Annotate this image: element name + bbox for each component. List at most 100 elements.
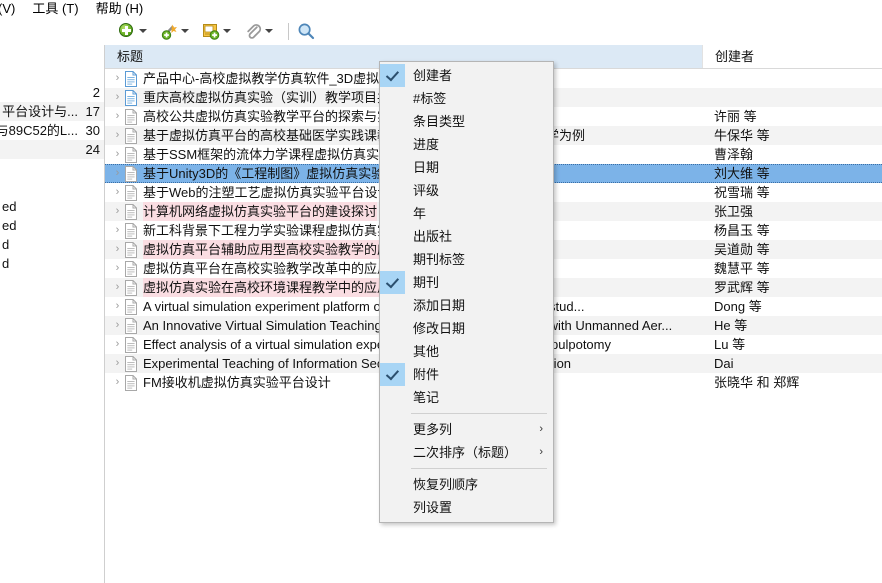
left-panel-row-text: 与89C52的L... [0,123,78,138]
cell-creator[interactable] [702,88,882,107]
left-panel-row[interactable]: d [0,235,104,254]
expand-twisty-icon[interactable]: › [111,354,124,373]
cell-creator[interactable]: 刘大维 等 [702,165,882,182]
expand-twisty-icon[interactable]: › [111,107,124,126]
menu-item-附件[interactable]: 附件 [380,363,553,386]
menu-item-创建者[interactable]: 创建者 [380,64,553,87]
menu-item-label: 笔记 [413,390,440,405]
cell-creator[interactable]: 张卫强 [702,202,882,221]
advanced-search-button[interactable] [297,22,315,40]
menu-item-日期[interactable]: 日期 [380,156,553,179]
menu-item-恢复列顺序[interactable]: 恢复列顺序 [380,473,553,496]
cell-creator[interactable]: 杨昌玉 等 [702,221,882,240]
cell-creator[interactable]: 罗武辉 等 [702,278,882,297]
expand-twisty-icon[interactable]: › [111,145,124,164]
cell-creator[interactable]: 吴道勋 等 [702,240,882,259]
toolbar [0,17,882,46]
new-note-button[interactable] [202,22,240,40]
expand-twisty-icon[interactable]: › [111,297,124,316]
left-panel-row[interactable] [0,178,104,197]
expand-twisty-icon[interactable]: › [111,240,124,259]
menu-item-#标签[interactable]: #标签 [380,87,553,110]
left-panel-row[interactable]: 与89C52的L... 30 [0,121,104,140]
new-item-button[interactable] [118,22,156,40]
expand-twisty-icon[interactable]: › [111,335,124,354]
expand-twisty-icon[interactable]: › [111,88,124,107]
menu-item-label: 出版社 [413,229,453,244]
new-note-icon [202,22,220,40]
expand-twisty-icon[interactable]: › [111,126,124,145]
cell-creator[interactable]: 魏慧平 等 [702,259,882,278]
new-item-dropdown-caret[interactable] [139,29,147,33]
add-by-identifier-caret[interactable] [181,29,189,33]
chevron-right-icon: › [539,423,543,435]
cell-creator[interactable]: Lu 等 [702,335,882,354]
expand-twisty-icon[interactable]: › [111,202,124,221]
menu-item-添加日期[interactable]: 添加日期 [380,294,553,317]
cell-creator[interactable]: Dai [702,354,882,373]
item-creator: 罗武辉 等 [714,280,770,295]
left-panel-row-count: 30 [85,123,100,138]
expand-twisty-icon[interactable]: › [111,221,124,240]
left-panel-row[interactable] [0,64,104,83]
cell-creator[interactable]: He 等 [702,316,882,335]
menu-item-笔记[interactable]: 笔记 [380,386,553,409]
menu-item-期刊[interactable]: 期刊 [380,271,553,294]
cell-creator[interactable]: 祝雪瑞 等 [702,183,882,202]
add-by-identifier-button[interactable] [160,22,198,40]
left-panel-row-fragment: ed [2,218,17,233]
item-creator: 曹泽翰 [714,147,754,162]
left-panel-row-fragment: ed [2,199,17,214]
checkbox-empty-icon [380,294,405,317]
left-panel-row[interactable]: d [0,254,104,273]
cell-creator[interactable]: 张晓华 和 郑辉 [702,373,882,392]
expand-twisty-icon[interactable]: › [111,69,124,88]
menu-help[interactable]: 帮助 (H) [96,0,151,17]
menu-item-出版社[interactable]: 出版社 [380,225,553,248]
left-panel[interactable]: 2 平台设计与... 17 与89C52的L... 30 24 ed ed d d [0,45,105,583]
left-panel-row[interactable]: ed [0,216,104,235]
expand-twisty-icon[interactable]: › [111,278,124,297]
journal-article-icon [124,108,138,125]
expand-twisty-icon[interactable]: › [111,259,124,278]
menu-item-修改日期[interactable]: 修改日期 [380,317,553,340]
cell-creator[interactable]: 许丽 等 [702,107,882,126]
column-header-creator[interactable]: 创建者 [702,45,882,68]
menu-item-label: 添加日期 [413,298,466,313]
add-attachment-caret[interactable] [265,29,273,33]
left-panel-row[interactable]: 2 [0,83,104,102]
menu-item-条目类型[interactable]: 条目类型 [380,110,553,133]
menu-item-进度[interactable]: 进度 [380,133,553,156]
menu-item-列设置[interactable]: 列设置 [380,496,553,519]
item-creator: Lu 等 [714,337,746,352]
left-panel-row[interactable] [0,159,104,178]
menu-item-其他[interactable]: 其他 [380,340,553,363]
item-title: 重庆高校虚拟仿真实验（实训）教学项目共 [143,90,391,105]
expand-twisty-icon[interactable]: › [111,316,124,335]
menu-view[interactable]: (V) [0,0,22,17]
column-picker-context-menu[interactable]: 创建者 #标签 条目类型 进度 日期 评级年出版社期刊标签 期刊添加日期修改日期 其他 附件笔记… [379,61,554,523]
left-panel-row[interactable]: 平台设计与... 17 [0,102,104,121]
left-panel-row[interactable]: 24 [0,140,104,159]
expand-twisty-icon[interactable]: › [111,373,124,392]
item-creator: He 等 [714,318,748,333]
add-attachment-button[interactable] [244,22,282,40]
new-note-caret[interactable] [223,29,231,33]
left-panel-row[interactable]: ed [0,197,104,216]
checkbox-empty-icon [380,441,405,464]
left-panel-row[interactable] [0,45,104,64]
menu-item-年[interactable]: 年 [380,202,553,225]
menu-item-更多列[interactable]: 更多列 › [380,418,553,441]
menu-item-评级[interactable]: 评级 [380,179,553,202]
cell-creator[interactable]: 曹泽翰 [702,145,882,164]
cell-creator[interactable]: 牛保华 等 [702,126,882,145]
green-plus-circle-icon [118,22,136,40]
expand-twisty-icon[interactable]: › [111,183,124,202]
checkbox-empty-icon [380,496,405,519]
cell-creator[interactable] [702,69,882,88]
cell-creator[interactable]: Dong 等 [702,297,882,316]
expand-twisty-icon[interactable]: › [111,165,124,182]
menu-item-二次排序（标题）[interactable]: 二次排序（标题） › [380,441,553,464]
menu-tools[interactable]: 工具 (T) [32,0,85,17]
menu-item-期刊标签[interactable]: 期刊标签 [380,248,553,271]
